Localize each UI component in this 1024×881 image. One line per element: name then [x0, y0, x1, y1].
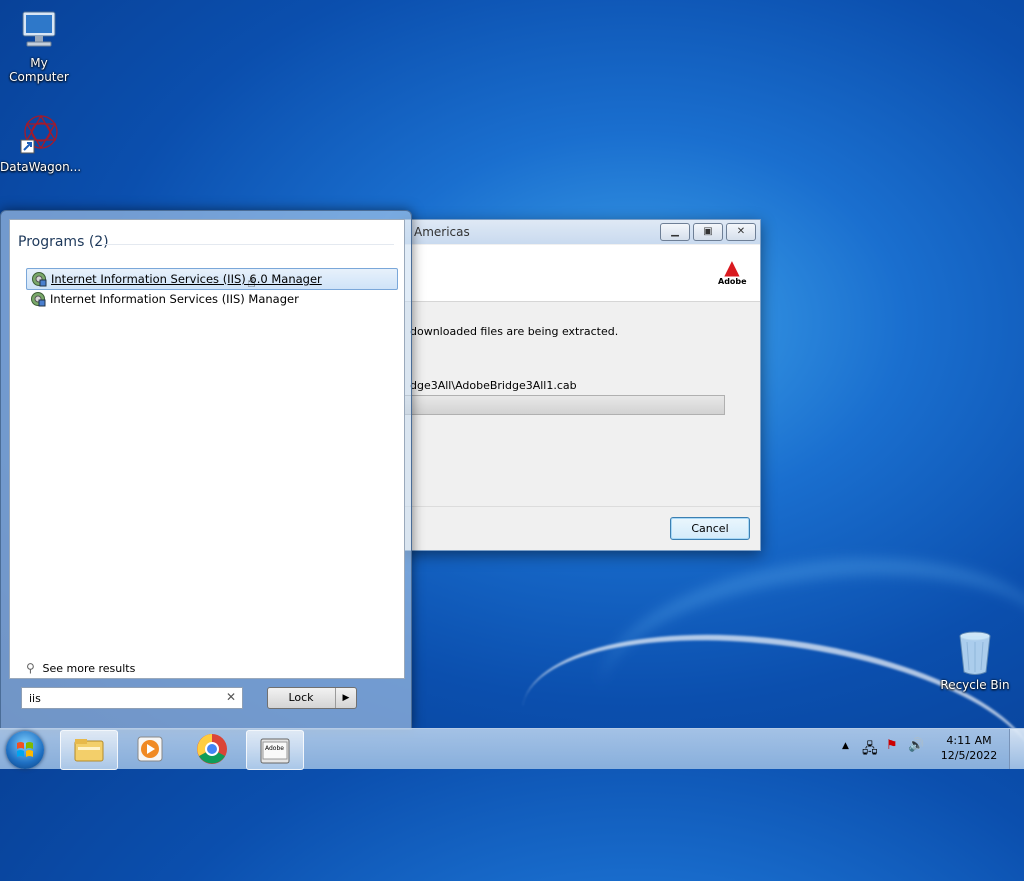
minimize-icon: ▁ [671, 226, 679, 237]
start-button[interactable] [6, 731, 44, 769]
computer-icon [17, 8, 61, 52]
dialog-title: Americas [414, 225, 470, 239]
taskbar-media-player-button[interactable] [122, 730, 178, 768]
dialog-message: downloaded files are being extracted. [410, 325, 619, 338]
search-results-panel: Programs (2) Internet Information Servic… [9, 219, 405, 679]
iis-manager-icon [31, 271, 47, 287]
programs-section-heading: Programs (2) [18, 234, 109, 250]
windows-explorer-icon [74, 739, 104, 762]
lock-button-label[interactable]: Lock [268, 688, 334, 708]
maximize-button[interactable]: ▣ [693, 223, 723, 241]
see-more-label: See more results [42, 662, 136, 675]
program-item-iis6-manager[interactable]: Internet Information Services (IIS) 6.0 … [26, 268, 398, 291]
clear-search-icon[interactable]: ✕ [226, 690, 236, 704]
action-center-flag-icon[interactable]: ⚑ [886, 738, 898, 753]
taskbar-adobe-label: Adobe [265, 745, 284, 752]
close-icon: ✕ [736, 226, 746, 237]
taskbar-adobe-installer-button[interactable]: Adobe [246, 730, 304, 770]
close-button[interactable]: ✕ [726, 223, 756, 241]
desktop-icon-label: DataWagon... [0, 160, 82, 174]
iis-manager-icon [30, 291, 46, 307]
see-more-results-link[interactable]: ⚲ See more results [26, 661, 135, 675]
taskbar-explorer-button[interactable] [60, 730, 118, 770]
desktop-icon-label: Recycle Bin [940, 678, 1010, 692]
power-options-arrow-icon[interactable]: ▶ [335, 688, 356, 708]
extract-file-path: dge3All\AdobeBridge3All1.cab [410, 379, 577, 392]
maximize-icon: ▣ [703, 226, 713, 237]
search-input[interactable] [27, 688, 221, 708]
datawagon-shortcut-icon [17, 112, 61, 156]
desktop-icon-recycle-bin[interactable]: Recycle Bin [936, 630, 1014, 692]
recycle-bin-icon [953, 630, 997, 675]
chrome-icon [197, 734, 227, 764]
taskbar-chrome-button[interactable] [184, 730, 240, 768]
extract-progress-bar [404, 395, 725, 415]
power-button[interactable]: Lock ▶ [267, 687, 357, 709]
volume-icon[interactable]: 🔊 [908, 738, 924, 753]
section-divider [100, 244, 394, 245]
dialog-titlebar[interactable]: Americas ▁ ▣ ✕ [404, 220, 760, 244]
taskbar-clock[interactable]: 4:11 AM 12/5/2022 [936, 733, 1002, 763]
dialog-footer: Cancel [404, 506, 760, 550]
desktop-icon-datawagon[interactable]: DataWagon... [0, 112, 82, 174]
show-desktop-button[interactable] [1009, 729, 1024, 769]
taskbar: Adobe ▲ 🖧 ⚑ 🔊 4:11 AM 12/5/2022 [0, 728, 1024, 770]
cancel-button[interactable]: Cancel [670, 517, 750, 540]
desktop-icon-my-computer[interactable]: My Computer [0, 8, 78, 84]
minimize-button[interactable]: ▁ [660, 223, 690, 241]
program-label: Internet Information Services (IIS) Mana… [50, 292, 299, 306]
start-search-box[interactable]: ✕ [21, 687, 243, 709]
windows-logo-icon [17, 742, 33, 757]
magnifier-icon: ⚲ [26, 661, 35, 675]
adobe-logo-text: Adobe [718, 277, 747, 286]
program-item-iis-manager[interactable]: Internet Information Services (IIS) Mana… [26, 289, 396, 309]
dialog-banner: ▲ Adobe [404, 245, 760, 302]
system-tray: ▲ 🖧 ⚑ 🔊 [834, 733, 934, 765]
desktop-icon-label: My Computer [9, 56, 69, 84]
adobe-logo-icon: ▲ [724, 255, 740, 279]
clock-time: 4:11 AM [946, 734, 992, 747]
clock-date: 12/5/2022 [940, 749, 998, 762]
media-player-icon [137, 736, 163, 762]
adobe-logo: ▲ Adobe [718, 255, 747, 286]
adobe-extract-dialog: Americas ▁ ▣ ✕ ▲ Adobe downloaded files … [403, 219, 761, 551]
network-icon[interactable]: 🖧 [862, 738, 878, 762]
start-menu: Programs (2) Internet Information Servic… [0, 210, 412, 730]
program-label: Internet Information Services (IIS) 6.0 … [51, 272, 322, 286]
show-hidden-icons-arrow-icon[interactable]: ▲ [842, 741, 849, 751]
